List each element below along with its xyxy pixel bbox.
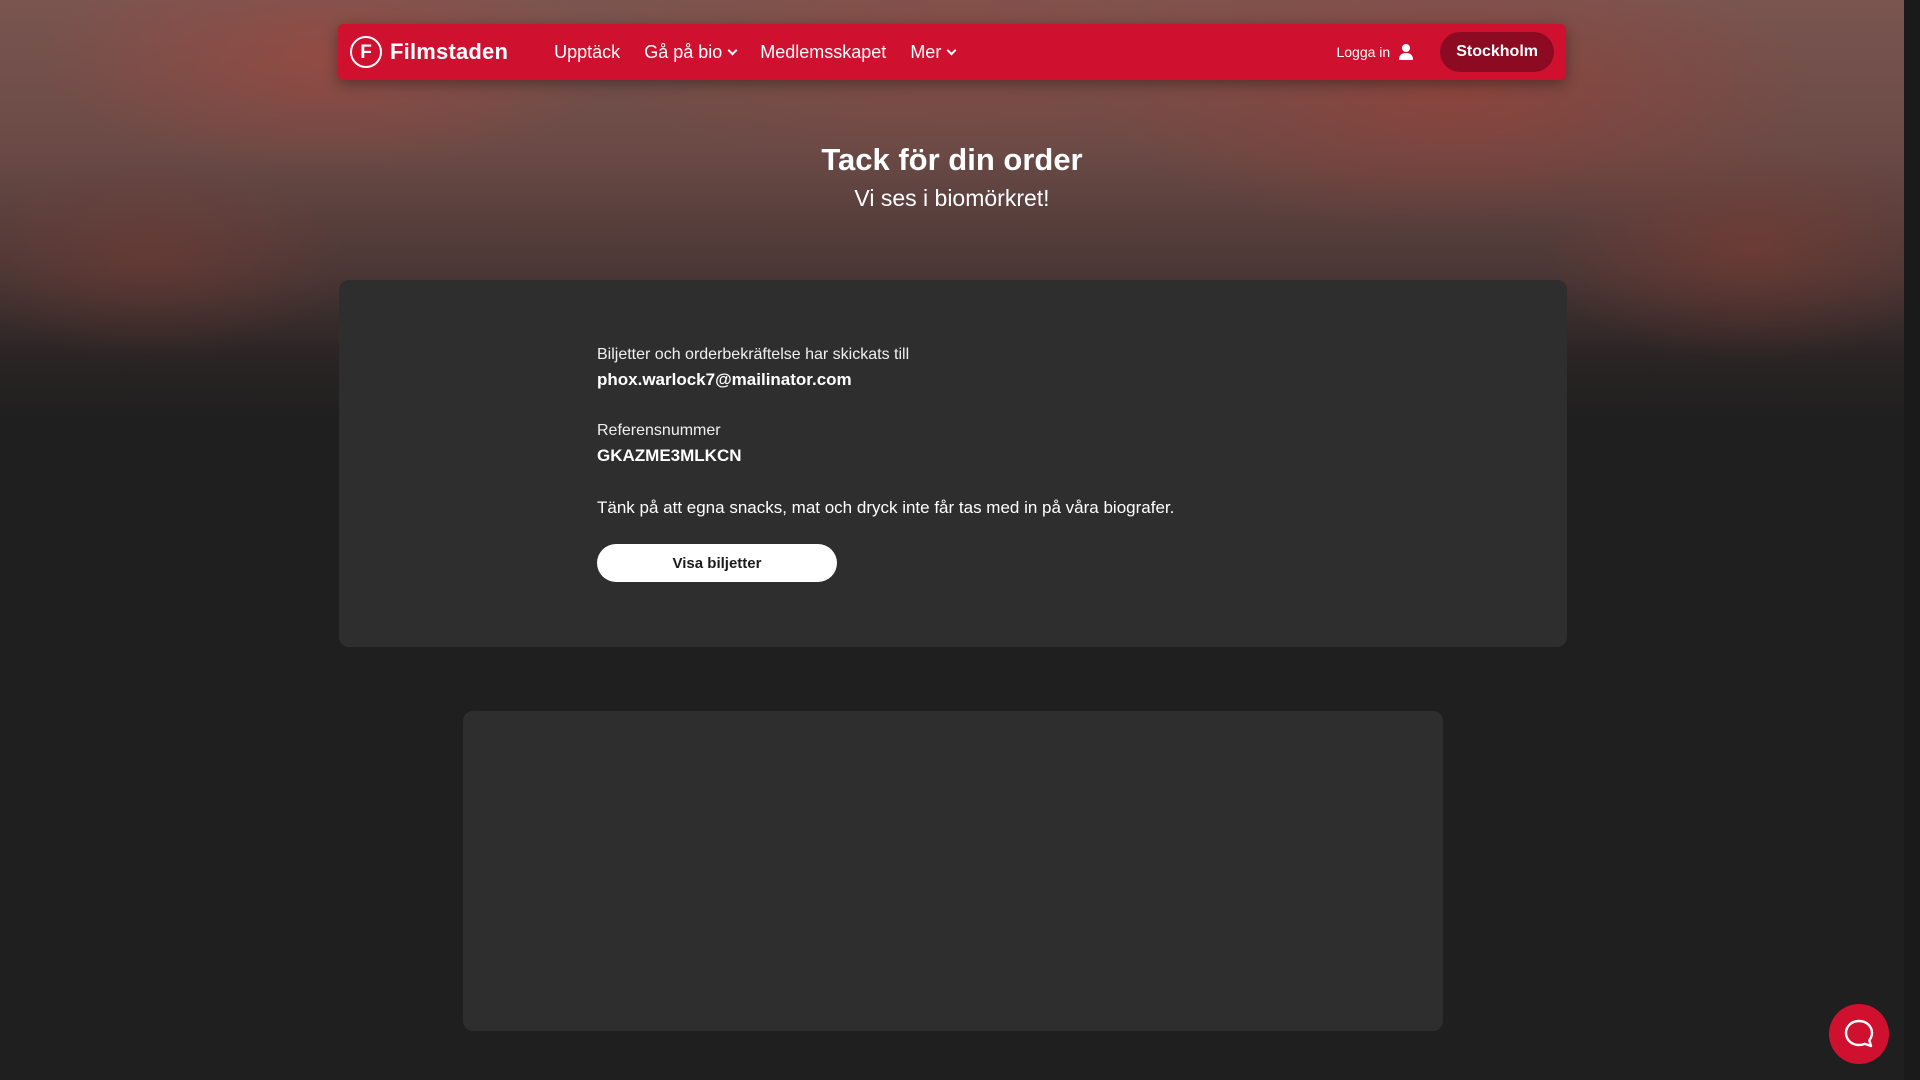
sent-to-label: Biljetter och orderbekräftelse har skick… — [597, 346, 910, 363]
user-icon — [1398, 44, 1414, 60]
login-label: Logga in — [1336, 44, 1391, 60]
chat-button[interactable] — [1829, 1004, 1889, 1064]
main-menu: Upptäck Gå på bio Medlemsskapet Mer — [554, 41, 957, 63]
chevron-down-icon — [727, 45, 738, 55]
nav-actions: Logga in Stockholm — [1336, 32, 1554, 72]
chat-bubble-icon — [1844, 1019, 1874, 1048]
nav-item-ga-pa-bio[interactable]: Gå på bio — [644, 41, 738, 63]
nav-item-label: Medlemsskapet — [760, 41, 887, 62]
order-confirmation-card: Biljetter och orderbekräftelse har skick… — [339, 280, 1567, 647]
page: F Filmstaden Upptäck Gå på bio Medlemssk… — [0, 0, 1920, 1080]
reference-number: GKAZME3MLKCN — [597, 446, 742, 465]
page-title: Tack för din order — [821, 142, 1083, 177]
nav-item-upptack[interactable]: Upptäck — [554, 42, 620, 63]
page-subtitle: Vi ses i biomörkret! — [854, 185, 1050, 211]
order-details: Biljetter och orderbekräftelse har skick… — [597, 346, 1297, 582]
reference-label: Referensnummer — [597, 422, 721, 439]
city-selector-button[interactable]: Stockholm — [1440, 32, 1554, 72]
filmstaden-logo[interactable]: F Filmstaden — [350, 36, 508, 68]
content-placeholder-card — [463, 711, 1443, 1031]
show-tickets-button[interactable]: Visa biljetter — [597, 544, 837, 582]
nav-item-label: Mer — [910, 41, 942, 62]
logo-icon: F — [350, 36, 382, 68]
nav-item-label: Gå på bio — [644, 41, 723, 62]
top-navigation-bar: F Filmstaden Upptäck Gå på bio Medlemssk… — [338, 24, 1566, 80]
snacks-notice: Tänk på att egna snacks, mat och dryck i… — [597, 498, 1175, 517]
nav-item-medlemsskapet[interactable]: Medlemsskapet — [760, 42, 886, 63]
login-button[interactable]: Logga in — [1336, 44, 1414, 60]
logo-text: Filmstaden — [390, 39, 509, 64]
nav-item-mer[interactable]: Mer — [910, 41, 957, 63]
chevron-down-icon — [946, 45, 957, 55]
scrollbar[interactable] — [1904, 0, 1920, 1080]
nav-item-label: Upptäck — [554, 41, 621, 62]
city-label: Stockholm — [1456, 43, 1538, 60]
email-value: phox.warlock7@mailinator.com — [597, 370, 852, 389]
